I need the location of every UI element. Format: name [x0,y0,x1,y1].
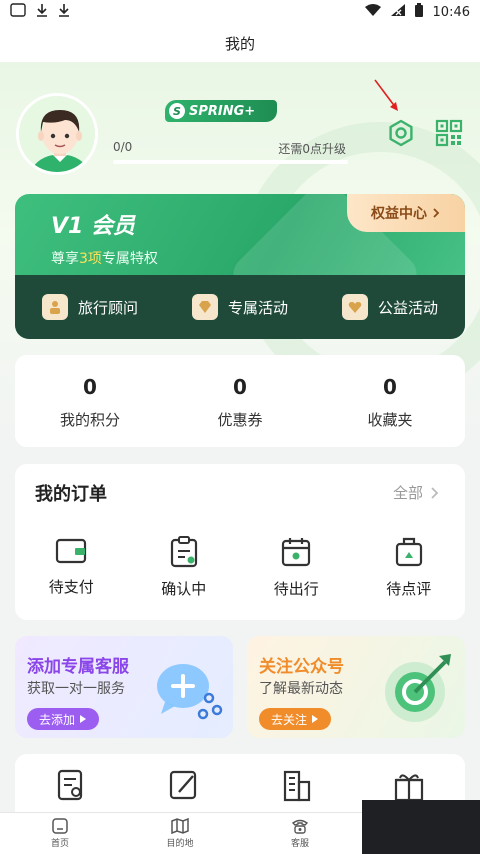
edit-note-icon[interactable] [167,768,201,802]
status-left [10,3,70,21]
order-confirming[interactable]: 确认中 [139,536,229,599]
heart-diamond-icon [341,294,368,320]
promo-title: 关注公众号 [259,657,344,677]
status-time: 10:46 [432,4,470,20]
stat-value: 0 [383,375,397,399]
order-to-travel[interactable]: 待出行 [251,536,341,599]
stat-coupons[interactable]: 0 优惠券 [165,355,315,447]
avatar[interactable] [16,93,98,175]
status-bar: 10:46 [0,0,480,24]
promo-title: 添加专属客服 [27,657,129,677]
building-icon[interactable] [279,768,313,802]
follow-official-account-banner[interactable]: 关注公众号 了解最新动态 去关注 [247,636,465,738]
chevron-right-icon [433,208,440,218]
document-search-icon[interactable] [54,768,88,802]
orders-title: 我的订单 [35,484,107,505]
settings-button[interactable] [385,117,417,149]
stat-value: 0 [233,375,247,399]
battery-icon [414,3,423,21]
vip-subtitle-suffix: 专属特权 [101,251,158,267]
vip-subtitle-highlight: 3项 [79,251,102,267]
gift-icon[interactable] [392,768,426,802]
promo-subtitle: 获取一对一服务 [27,681,125,697]
order-label: 待支付 [48,578,94,596]
qr-code-icon [435,119,463,147]
member-brand-badge: S SPRING+ [165,100,277,122]
promo-button-label: 去关注 [271,712,308,727]
red-arrow-icon [374,79,398,111]
order-pending-payment[interactable]: 待支付 [26,536,116,599]
vip-member-card[interactable]: V1 会员 尊享3项专属特权 权益中心 旅行顾问 专属活动 公益活动 [15,194,465,339]
vip-subtitle-prefix: 尊享 [51,251,79,267]
order-label: 待点评 [386,580,432,598]
my-orders-card: 我的订单 全部 待支付 确认中 待出行 待点评 [15,464,465,620]
tab-home[interactable]: 首页 [10,813,110,854]
perk-charity-activity[interactable]: 公益活动 [341,294,438,320]
perk-label: 专属活动 [227,298,288,317]
signal-icon [390,4,405,20]
chat-bubble-icon [157,664,223,720]
add-customer-service-banner[interactable]: 添加专属客服 获取一对一服务 去添加 [15,636,233,738]
add-service-button[interactable]: 去添加 [27,708,100,730]
perk-label: 公益活动 [377,298,438,317]
order-status-list: 待支付 确认中 待出行 待点评 [15,536,465,599]
clipboard-icon [170,536,197,568]
brand-s-icon: S [169,103,185,119]
vip-level-title: V1 会员 [51,214,135,239]
download-icon [36,3,48,21]
brand-badge-text: SPRING+ [189,103,256,119]
growth-progress-bar [113,160,348,164]
stat-value: 0 [83,375,97,399]
wallet-icon [56,538,87,564]
diamond-icon [191,294,218,320]
map-icon [171,818,189,834]
growth-progress-text: 0/0 [113,140,133,154]
stat-label: 收藏夹 [367,411,413,429]
order-to-review[interactable]: 待点评 [364,536,454,599]
promo-subtitle: 了解最新动态 [259,681,343,697]
page-title: 我的 [224,34,255,53]
advisor-icon [41,294,68,320]
tab-label: 客服 [290,839,309,849]
stat-label: 优惠券 [217,411,263,429]
status-right: 10:46 [364,3,470,21]
stats-card: 0 我的积分 0 优惠券 0 收藏夹 [15,355,465,447]
vip-perks-bar: 旅行顾问 专属活动 公益活动 [15,275,465,339]
tab-customer-service[interactable]: 客服 [250,813,350,854]
orders-all-link[interactable]: 全部 [393,482,439,503]
play-icon [80,715,87,723]
target-icon [385,654,451,722]
play-icon [312,715,319,723]
perk-exclusive-activity[interactable]: 专属活动 [191,294,288,320]
dark-overlay-corner [362,800,480,854]
wifi-icon [364,4,381,20]
tab-label: 首页 [50,839,69,849]
promo-button-label: 去添加 [39,712,76,727]
benefit-center-label: 权益中心 [371,206,427,222]
luggage-icon [395,537,422,567]
qr-code-button[interactable] [433,117,465,149]
order-label: 确认中 [161,580,207,598]
app-icon [10,3,26,21]
chevron-right-icon [431,486,439,499]
vip-subtitle: 尊享3项专属特权 [51,248,158,268]
stat-label: 我的积分 [59,411,120,429]
stat-points[interactable]: 0 我的积分 [15,355,165,447]
upgrade-hint: 还需0点升级 [278,142,346,156]
calendar-icon [282,538,311,567]
gear-icon [389,119,413,147]
follow-button[interactable]: 去关注 [259,708,332,730]
benefit-center-button[interactable]: 权益中心 [347,194,465,232]
order-label: 待出行 [273,580,319,598]
home-icon [52,818,68,834]
tab-label: 目的地 [166,839,194,849]
orders-all-label: 全部 [392,484,423,502]
download-icon [58,3,70,21]
tab-destination[interactable]: 目的地 [130,813,230,854]
perk-travel-advisor[interactable]: 旅行顾问 [41,294,138,320]
telephone-icon [291,819,309,834]
page-title-bar: 我的 [0,24,480,62]
perk-label: 旅行顾问 [77,298,138,317]
stat-favorites[interactable]: 0 收藏夹 [315,355,465,447]
